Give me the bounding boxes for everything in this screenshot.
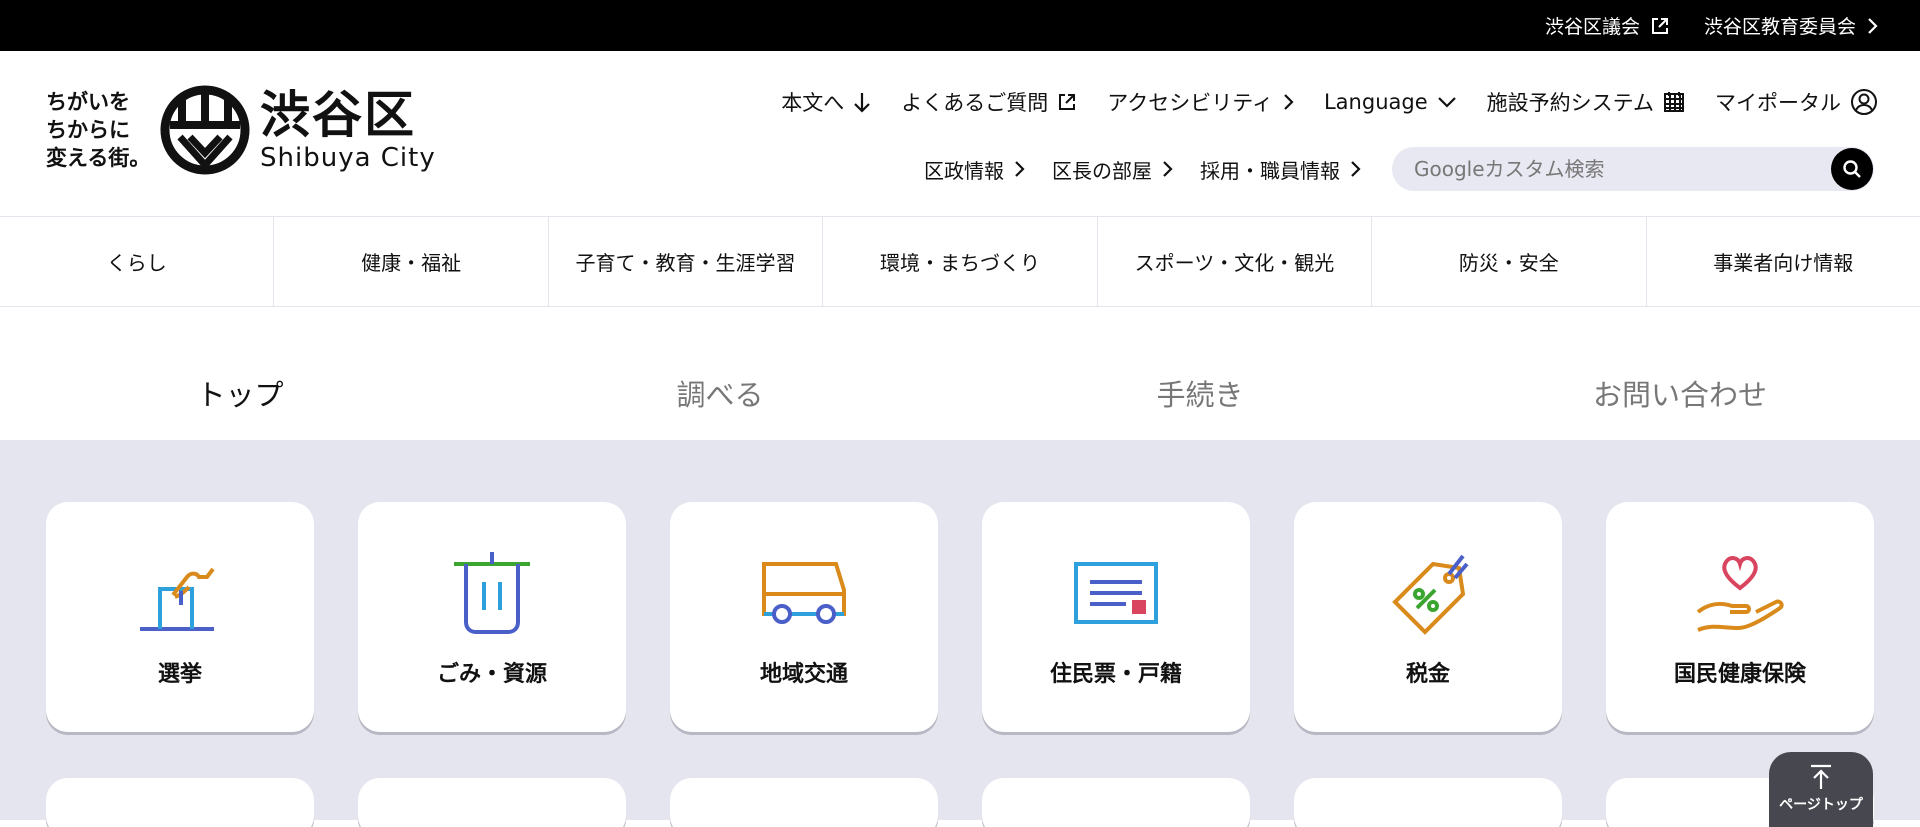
arrow-up-icon [1811,764,1831,789]
util-label: 施設予約システム [1486,91,1654,115]
city-name: 渋谷区 Shibuya City [260,87,436,173]
page-top-label: ページトップ [1779,797,1863,813]
administration-info-link[interactable]: 区政情報 [924,155,1025,184]
chevron-right-icon [1284,94,1294,110]
ballot-box-icon [140,567,215,631]
search-icon [1843,160,1861,178]
my-portal-link[interactable]: マイポータル [1715,87,1878,117]
content-tabs: トップ 調べる 手続き お問い合わせ [0,307,1920,446]
tab-procedures[interactable]: 手続き [960,307,1440,440]
chevron-right-icon [1015,161,1025,177]
trash-bin-icon [454,552,530,634]
gnav-item-business[interactable]: 事業者向け情報 [1647,217,1920,306]
council-link[interactable]: 渋谷区議会 [1545,12,1670,39]
card-placeholder[interactable] [46,778,314,827]
catch-line: ちからに [46,118,130,142]
gnav-item-education[interactable]: 子育て・教育・生涯学習 [549,217,824,306]
card-label: 国民健康保険 [1673,662,1806,687]
sub-nav: 区政情報 区長の部屋 採用・職員情報 [924,147,1874,191]
gnav-item-living[interactable]: くらし [0,217,275,306]
user-icon [1851,89,1877,115]
external-link-icon [1059,94,1076,110]
card-placeholder[interactable] [1294,778,1562,827]
card-label: 選挙 [157,662,202,687]
city-emblem-icon [160,85,250,175]
card-health-insurance[interactable]: 国民健康保険 [1606,502,1874,732]
catch-line: 変える街。 [46,146,151,170]
util-label: よくあるご質問 [901,91,1049,115]
tab-contact[interactable]: お問い合わせ [1440,307,1920,440]
search-input[interactable] [1392,157,1812,181]
card-label: 住民票・戸籍 [1049,662,1182,687]
util-label: マイポータル [1715,91,1841,115]
card-label: 地域交通 [759,662,848,687]
bus-icon [762,562,846,624]
chevron-right-icon [1868,17,1878,34]
card-label: 税金 [1405,662,1450,687]
card-label: ごみ・資源 [436,662,547,687]
gnav-item-sports[interactable]: スポーツ・文化・観光 [1098,217,1373,306]
sub-nav-label: 採用・職員情報 [1200,158,1340,183]
util-label: 本文へ [781,91,845,115]
utility-nav: 本文へ よくあるご質問 アクセシビリティ Language 施設予約システム マ… [781,87,1878,117]
top-utility-bar: 渋谷区議会 渋谷区教育委員会 [0,0,1920,51]
page-top-button[interactable]: ページトップ [1769,752,1873,827]
card-transport[interactable]: 地域交通 [670,502,938,732]
council-link-label: 渋谷区議会 [1544,16,1640,38]
facility-reservation-link[interactable]: 施設予約システム [1487,87,1685,117]
arrow-down-icon [854,93,871,113]
global-nav: くらし 健康・福祉 子育て・教育・生涯学習 環境・まちづくり スポーツ・文化・観… [0,217,1920,307]
card-placeholder[interactable] [358,778,626,827]
city-name-en: Shibuya City [260,143,436,173]
catchphrase: ちがいを ちからに 変える街。 [46,88,156,172]
util-label: アクセシビリティ [1107,91,1273,115]
gnav-item-safety[interactable]: 防災・安全 [1372,217,1647,306]
card-resident-record[interactable]: 住民票・戸籍 [982,502,1250,732]
chevron-down-icon [1437,97,1456,108]
gnav-item-environment[interactable]: 環境・まちづくり [823,217,1098,306]
certificate-icon [1074,562,1158,624]
search-box [1392,147,1874,191]
card-placeholder[interactable] [670,778,938,827]
education-board-link[interactable]: 渋谷区教育委員会 [1704,12,1878,39]
util-label: Language [1323,90,1428,114]
heart-hand-icon [1696,556,1784,632]
card-tax[interactable]: 税金 [1294,502,1562,732]
site-logo[interactable]: ちがいを ちからに 変える街。 渋谷区 Shibuya City [46,85,436,175]
card-election[interactable]: 選挙 [46,502,314,732]
tab-search[interactable]: 調べる [480,307,960,440]
skip-to-content-link[interactable]: 本文へ [781,87,871,117]
faq-link[interactable]: よくあるご質問 [901,87,1077,117]
card-garbage[interactable]: ごみ・資源 [358,502,626,732]
calendar-icon [1664,92,1684,112]
external-link-icon [1651,17,1668,34]
sub-nav-label: 区長の部屋 [1052,158,1152,183]
city-name-jp: 渋谷区 [260,86,416,144]
category-cards: 選挙 ごみ・資源 地域交通 住民票・戸籍 税金 国民健康保険 ページトップ [0,440,1920,827]
language-dropdown[interactable]: Language [1324,90,1457,114]
site-header: ちがいを ちからに 変える街。 渋谷区 Shibuya City 本文へ よくあ… [0,51,1920,217]
accessibility-link[interactable]: アクセシビリティ [1107,87,1294,117]
tax-tag-icon [1392,554,1469,635]
recruitment-link[interactable]: 採用・職員情報 [1200,155,1361,184]
card-placeholder[interactable] [982,778,1250,827]
chevron-right-icon [1163,161,1173,177]
tab-top[interactable]: トップ [0,307,480,446]
mayor-room-link[interactable]: 区長の部屋 [1052,155,1173,184]
chevron-right-icon [1351,161,1361,177]
education-board-label: 渋谷区教育委員会 [1703,16,1856,38]
catch-line: ちがいを [46,90,130,114]
gnav-item-health[interactable]: 健康・福祉 [274,217,549,306]
search-button[interactable] [1831,148,1873,190]
sub-nav-label: 区政情報 [924,158,1004,183]
